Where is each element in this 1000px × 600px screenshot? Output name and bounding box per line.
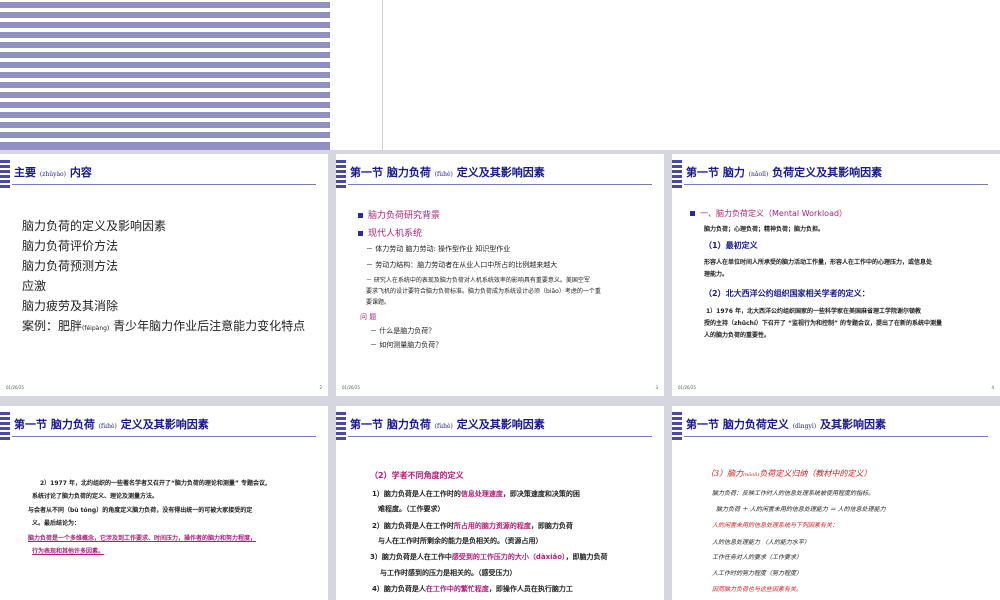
list-item: 脑力负荷预测方法 xyxy=(22,259,119,273)
list-item: 案例：肥胖(féipàng) 青少年脑力作业后注意能力变化特点 xyxy=(22,319,306,333)
conclusion-line: 因而脑力负荷也与这些因素有关。 xyxy=(712,586,803,593)
factor-item: 人工作时的努力程度（努力程度） xyxy=(712,570,803,577)
definition-line: 4）脑力负荷是人在工作中的繁忙程度，即操作人员在执行脑力工 xyxy=(372,585,573,593)
sub-item: 脑力负荷；心理负荷；精神负荷；脑力负担。 xyxy=(704,226,825,233)
question-heading: 问 题 xyxy=(360,313,377,321)
slide-header: 第一节 脑力负荷定义 (dìngyì) 及其影响因素 xyxy=(672,406,1000,446)
definition-line: 3）脑力负荷是人在工作中感受到的工作压力的大小（dàxiǎo），即脑力负荷 xyxy=(370,553,608,561)
slide-thumbnail-6[interactable]: 第一节 脑力负荷 (fùhè) 定义及其影响因素 （2）学者不同角度的定义 1）… xyxy=(336,406,664,600)
sub-item: 要课题。 xyxy=(366,299,391,306)
sub-item: 1）1976 年，北大西洋公约组织国家的一些科学家在美国麻省理工学院谢尔顿教 xyxy=(706,308,921,315)
sub-heading: （3）脑力(nǎolì)负荷定义归纳（教材中的定义） xyxy=(706,469,872,478)
slide-header: 第一节 脑力负荷 (fùhè) 定义及其影响因素 xyxy=(0,406,328,446)
sub-heading: （2）北大西洋公约组织国家相关学者的定义： xyxy=(704,289,870,298)
bullet-item: 脑力负荷研究背景 xyxy=(358,208,440,221)
sub-item: － 劳动力结构：脑力劳动者在从业人口中所占的比例越来越大 xyxy=(366,261,558,269)
slide-thumbnail-7[interactable]: 第一节 脑力负荷定义 (dìngyì) 及其影响因素 （3）脑力(nǎolì)负… xyxy=(672,406,1000,600)
slide-thumbnail-4[interactable]: 第一节 脑力 (nǎolì) 负荷定义及其影响因素 一、脑力负荷定义（Menta… xyxy=(672,154,1000,396)
paragraph-line: 2）1977 年，北约组织的一些著名学者又召开了“脑力负荷的理论和测量” 专题会… xyxy=(40,480,268,487)
definition-line: 与工作时感到的压力是相关的。（感受压力） xyxy=(380,569,517,577)
sub-heading: （2）学者不同角度的定义 xyxy=(370,471,464,480)
slide-date: 01/26/25 xyxy=(342,385,360,390)
slide-header: 第一节 脑力负荷 (fùhè) 定义及其影响因素 xyxy=(336,406,664,446)
definition-line: 难程度。（工作要求） xyxy=(378,505,445,513)
bullet-item: 一、脑力负荷定义（Mental Workload） xyxy=(690,208,847,219)
slide-title: 第一节 脑力负荷 (fùhè) 定义及其影响因素 xyxy=(14,418,209,431)
slide-title: 第一节 脑力负荷 (fùhè) 定义及其影响因素 xyxy=(350,166,545,179)
slide-date: 01/26/25 xyxy=(6,385,24,390)
question-item: － 什么是脑力负荷？ xyxy=(370,327,436,335)
definition-line: 2）脑力负荷是人在工作时所占用的脑力资源的程度，即脑力负荷 xyxy=(372,522,573,530)
list-item: 脑力负荷的定义及影响因素 xyxy=(22,219,167,233)
slide-header: 主要 (zhǔyào) 内容 xyxy=(0,154,328,194)
formula-line: 脑力负荷 ＋ 人的闲置未用的信息处理能力 ＝ 人的信息处理能力 xyxy=(716,506,886,513)
content-list: 脑力负荷的定义及影响因素 脑力负荷评价方法 脑力负荷预测方法 应激 脑力疲劳及其… xyxy=(22,216,305,339)
definition-line: 1）脑力负荷是人在工作时的信息处理速度，即决策速度和决策的困 xyxy=(372,490,580,498)
slide-decoration-stripes xyxy=(0,0,330,150)
paragraph-line: 系统讨论了脑力负荷的定义、理论及测量方法。 xyxy=(32,493,159,500)
slide-title: 第一节 脑力负荷定义 (dìngyì) 及其影响因素 xyxy=(686,418,886,431)
conclusion-line: 行为表现和其他许多因素。 xyxy=(32,548,105,555)
divider-line xyxy=(382,0,383,150)
question-item: － 如何测量脑力负荷？ xyxy=(370,341,443,349)
header-bars-icon xyxy=(672,160,682,188)
header-bars-icon xyxy=(336,412,346,440)
sub-item: － 体力劳动 脑力劳动: 操作型作业 知识型作业 xyxy=(366,245,511,253)
header-bars-icon xyxy=(336,160,346,188)
definition-line: 与人在工作时所剩余的能力是负相关的。（资源占用） xyxy=(378,537,543,545)
sub-item: － 研究人在系统中的表现及脑力负荷对人机系统效率的影响具有重要意义。美国空军 xyxy=(366,277,590,284)
list-item: 应激 xyxy=(22,279,47,293)
title-rule xyxy=(684,184,988,185)
conclusion-line: 脑力负荷是一个多维概念，它涉及到工作要求、时间压力，操作者的脑力和努力程度， xyxy=(28,535,257,542)
title-rule xyxy=(12,184,316,185)
paragraph-line: 义。最后结论为： xyxy=(32,520,81,527)
slide-title: 第一节 脑力负荷 (fùhè) 定义及其影响因素 xyxy=(350,418,545,431)
sub-item: 理能力。 xyxy=(704,271,729,278)
slide-title: 主要 (zhǔyào) 内容 xyxy=(14,166,92,179)
sub-heading: （1）最初定义 xyxy=(704,241,758,250)
header-bars-icon xyxy=(0,160,10,188)
factors-heading: 人的闲置未用的信息处理系统与下列因素有关： xyxy=(712,522,839,529)
slide-page-number: 2 xyxy=(319,385,322,390)
title-rule xyxy=(348,436,652,437)
list-item: 脑力疲劳及其消除 xyxy=(22,299,119,313)
factor-item: 人的信息处理能力 （人的能力水平） xyxy=(712,539,810,546)
bullet-item: 现代人机系统 xyxy=(358,226,422,239)
header-bars-icon xyxy=(672,412,682,440)
sub-item: 授的主持（zhǔchí）下召开了 “监视行为和控制” 的专题会议，提出了在新的系… xyxy=(704,320,942,327)
list-item: 脑力负荷评价方法 xyxy=(22,239,119,253)
paragraph-line: 与会者从不同（bù tóng）的角度定义脑力负荷，没有得出统一的可被大家接受的定 xyxy=(28,507,253,514)
slide-thumbnail-5[interactable]: 第一节 脑力负荷 (fùhè) 定义及其影响因素 2）1977 年，北约组织的一… xyxy=(0,406,328,600)
sub-item: 人的脑力负荷的重要性。 xyxy=(704,332,771,339)
slide-thumbnail-2[interactable]: 主要 (zhǔyào) 内容 脑力负荷的定义及影响因素 脑力负荷评价方法 脑力负… xyxy=(0,154,328,396)
slide-header: 第一节 脑力负荷 (fùhè) 定义及其影响因素 xyxy=(336,154,664,194)
slide-title: 第一节 脑力 (nǎolì) 负荷定义及其影响因素 xyxy=(686,166,883,179)
slide-page-number: 4 xyxy=(991,385,994,390)
definition-line: 脑力负荷：反映工作时人的信息处理系统被使用程度的指标。 xyxy=(712,490,875,497)
title-rule xyxy=(12,436,316,437)
sub-item: 要求飞机的设计要符合脑力负荷标准。脑力负荷成为系统设计必须（biǎo）考虑的一个… xyxy=(366,288,601,295)
header-bars-icon xyxy=(0,412,10,440)
factor-item: 工作任务对人的要求（工作要求） xyxy=(712,554,803,561)
title-rule xyxy=(684,436,988,437)
slide-thumbnail-3[interactable]: 第一节 脑力负荷 (fùhè) 定义及其影响因素 脑力负荷研究背景 现代人机系统… xyxy=(336,154,664,396)
slide-page-number: 3 xyxy=(655,385,658,390)
slide-date: 01/26/25 xyxy=(678,385,696,390)
blank-slide-area xyxy=(0,0,1000,150)
title-rule xyxy=(348,184,652,185)
slide-header: 第一节 脑力 (nǎolì) 负荷定义及其影响因素 xyxy=(672,154,1000,194)
sub-item: 形容人在单位时间人所承受的脑力活动工作量，形容人在工作中的心理压力，或信息处 xyxy=(704,259,933,266)
